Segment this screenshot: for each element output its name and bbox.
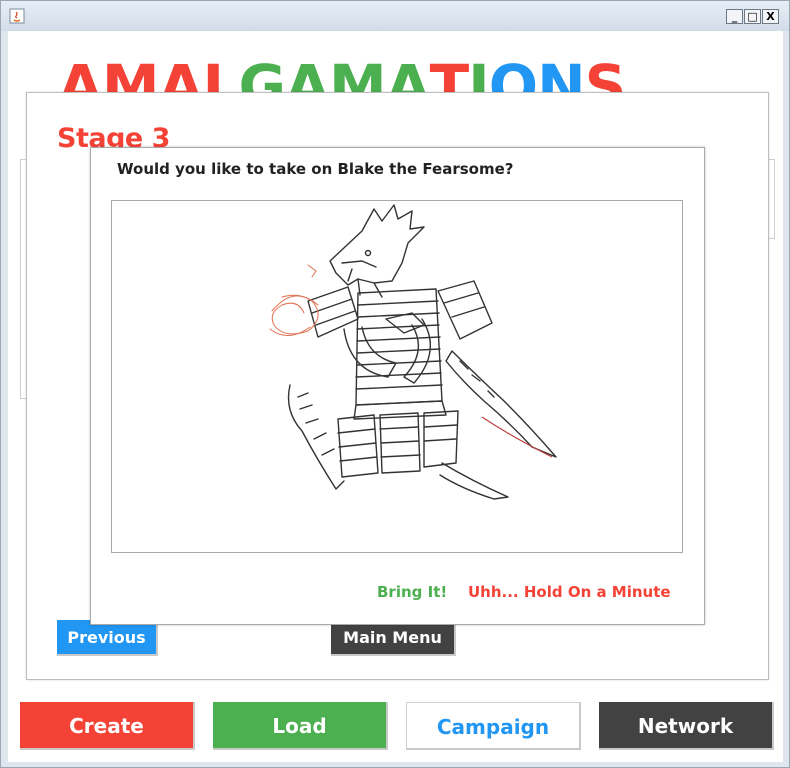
- load-button[interactable]: Load: [213, 702, 388, 750]
- challenge-dialog: Would you like to take on Blake the Fear…: [90, 147, 705, 625]
- app-window: _ □ X AMALGAMATIONS Stage 3 Previous Mai…: [0, 0, 790, 768]
- java-app-icon: [9, 8, 25, 24]
- main-menu-button[interactable]: Main Menu: [331, 620, 456, 656]
- campaign-button[interactable]: Campaign: [406, 702, 581, 750]
- close-button[interactable]: X: [762, 9, 779, 24]
- minimize-button[interactable]: _: [726, 9, 743, 24]
- network-button[interactable]: Network: [599, 702, 774, 750]
- hold-on-option[interactable]: Uhh... Hold On a Minute: [468, 585, 671, 600]
- dragon-knight-sketch: [269, 204, 557, 500]
- main-content: AMALGAMATIONS Stage 3 Previous Main Menu…: [8, 31, 783, 762]
- maximize-button[interactable]: □: [744, 9, 761, 24]
- create-button[interactable]: Create: [20, 702, 195, 750]
- previous-button[interactable]: Previous: [57, 620, 158, 656]
- dialog-question: Would you like to take on Blake the Fear…: [117, 160, 514, 178]
- title-bar[interactable]: _ □ X: [1, 1, 789, 31]
- opponent-image-frame: [111, 200, 683, 553]
- bring-it-option[interactable]: Bring It!: [377, 585, 447, 600]
